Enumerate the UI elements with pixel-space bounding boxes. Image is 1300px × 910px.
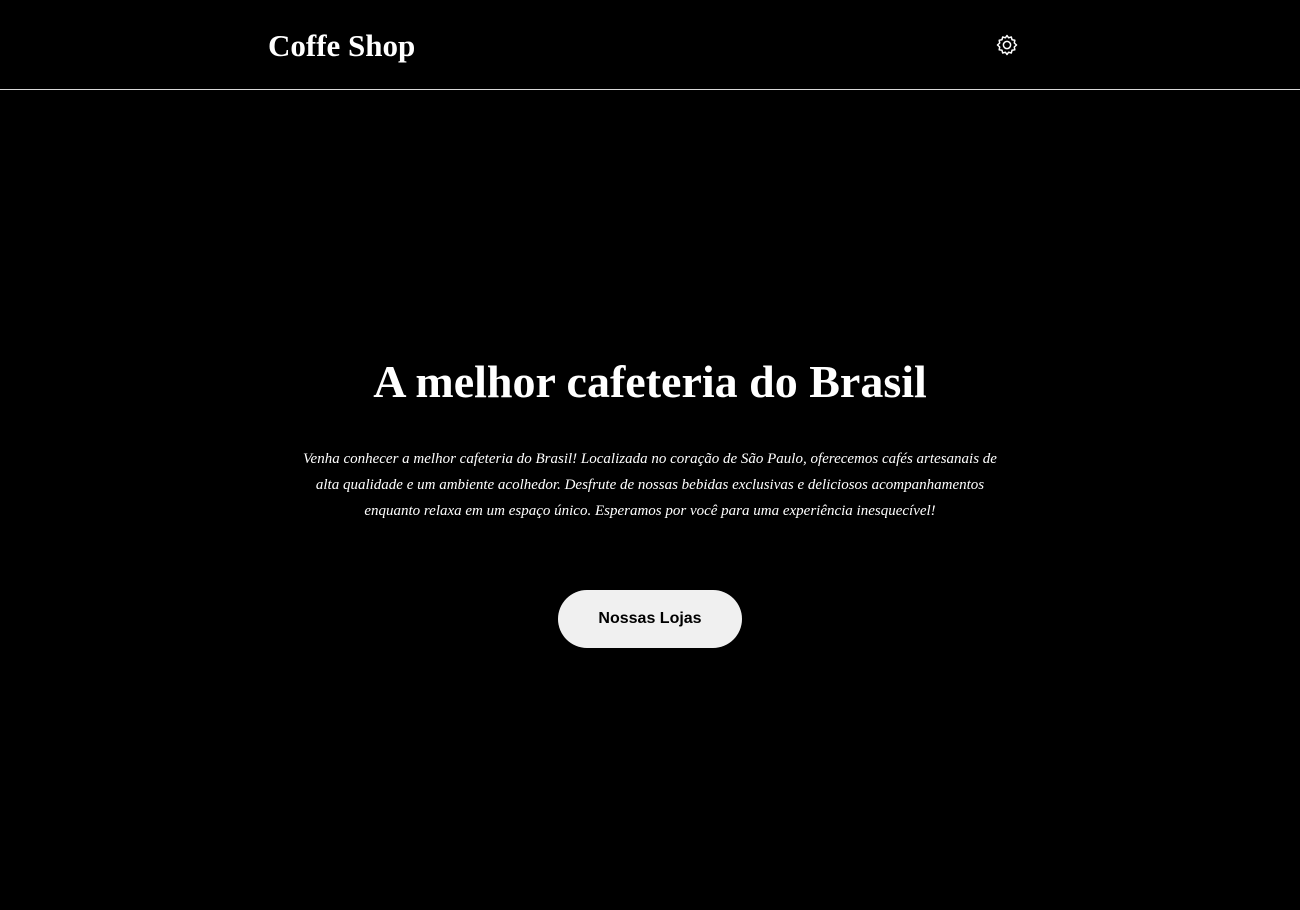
gear-icon [996,34,1018,56]
site-header: Coffe Shop [0,0,1300,90]
brand-logo[interactable]: Coffe Shop [268,27,415,65]
hero-description: Venha conhecer a melhor cafeteria do Bra… [303,451,997,519]
hero-title: A melhor cafeteria do Brasil [373,356,927,407]
settings-button[interactable] [993,31,1021,59]
nossas-lojas-button[interactable]: Nossas Lojas [558,590,742,648]
